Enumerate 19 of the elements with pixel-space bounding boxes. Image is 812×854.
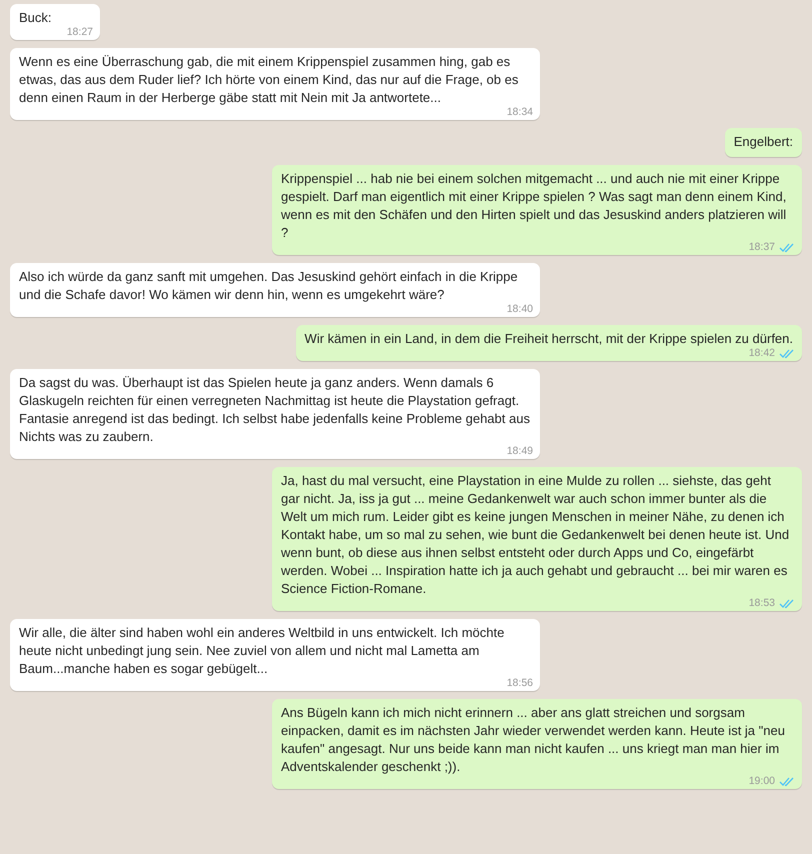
message-text: Wenn es eine Überraschung gab, die mit einem Krippenspiel zusammen hing, gab es etwas, das aus dem Ruder lief? Ich hörte von einem Kind, das nur auf die Frage, ob es denn einen Raum in der Herberge gäbe statt mit Nein mit Ja antwortete...: [19, 53, 520, 107]
message-time: 18:37: [748, 241, 775, 254]
message-text: Buck:: [19, 9, 53, 27]
message-text: Ans Bügeln kann ich mich nicht erinnern ... aber ans glatt streichen und sorgsam einpacken, damit es im nächsten Jahr wieder verwendet werden kann. Heute ist ja "neu kaufen" angesagt. Nur uns beide kann man nicht kaufen ... uns kriegt man man hier im Adventskalender geschenkt ;)).: [281, 704, 786, 776]
message-text: Also ich würde da ganz sanft mit umgehen. Das Jesuskind gehört einfach in die Krippe und die Schafe davor! Wo kämen wir denn hin, wenn es umgekehrt wäre?: [19, 268, 519, 304]
message-time: 18:34: [506, 106, 533, 119]
message-text: Krippenspiel ... hab nie bei einem solchen mitgemacht ... und auch nie mit einer Krippe gespielt. Darf man eigentlich mit einer Krippe spielen ? Was sagt man denn einem Kind, wenn es mit den Schäfen und den Hirten spielt und das Jesuskind anders platzieren will ?: [281, 170, 788, 242]
message-time: 18:49: [506, 445, 533, 458]
message-text: Da sagst du was. Überhaupt ist das Spielen heute ja ganz anders. Wenn damals 6 Glaskugeln reichten für einen verregneten Nachmittag ist heute die Playstation gefragt. Fantasie anregend ist das bedingt. Ich selbst habe jedenfalls keine Probleme gehabt aus Nichts was zu zaubern.: [19, 374, 531, 446]
message-time: 18:27: [66, 26, 93, 39]
message-text: Wir kämen in ein Land, in dem die Freiheit herrscht, mit der Krippe spielen zu dürfen.: [304, 330, 793, 348]
message-text: Engelbert:: [734, 133, 793, 151]
message-time: 18:53: [748, 597, 775, 610]
message-text: Wir alle, die älter sind haben wohl ein anderes Weltbild in uns entwickelt. Ich möchte heute nicht unbedingt jung sein. Nee zuviel von allem und nicht mal Lametta am Baum...manche haben es sogar gebügelt...: [19, 624, 506, 678]
message-time: 18:42: [748, 347, 775, 360]
message-text: Ja, hast du mal versucht, eine Playstation in eine Mulde zu rollen ... siehste, das geht gar nicht. Ja, iss ja gut ... meine Gedankenwelt war auch schon immer bunter als die Welt um mich rum. Leider gibt es keine jungen Menschen in meiner Nähe, zu denen ich Kontakt habe, um so mal zu sehen, wie bunt die Gedankenwelt bei denen heute ist. Und wenn bunt, ob diese aus ihnen selbst entsteht oder durch Apps und Co, eingefärbt werden. Wobei ... Inspiration hatte ich ja auch gehabt und gebraucht ... bei mir waren es Science Fiction-Romane.: [281, 472, 790, 598]
message-time: 19:00: [748, 775, 775, 788]
message-time: 18:40: [506, 303, 533, 316]
message-time: 18:56: [506, 677, 533, 690]
